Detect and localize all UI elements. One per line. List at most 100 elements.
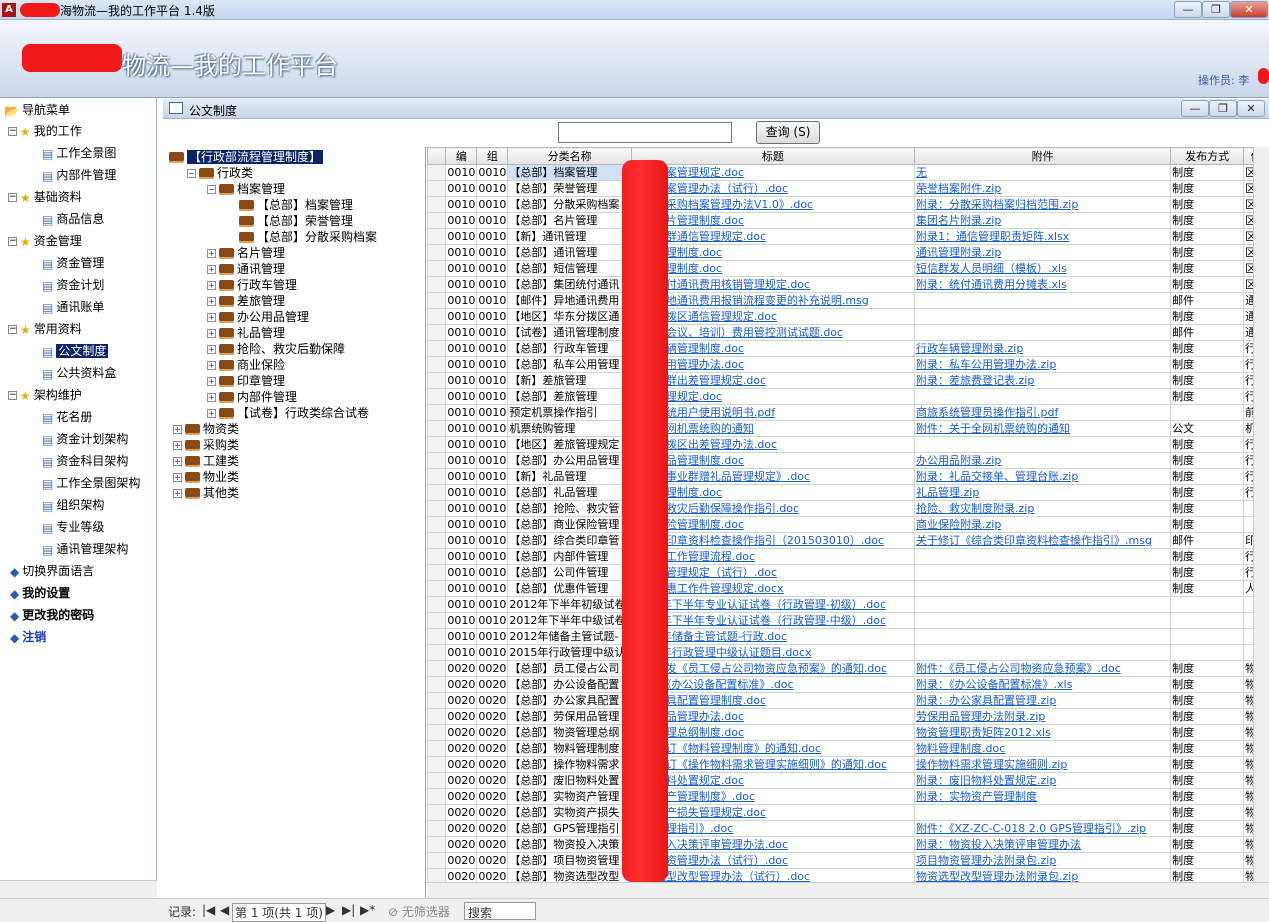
table-cell[interactable]: 荣誉档案附件.zip — [914, 180, 1172, 197]
new-record-button[interactable]: ▶* — [360, 903, 375, 917]
table-cell[interactable]: 附件：关于全网机票统购的通知 — [914, 420, 1172, 437]
row-selector[interactable] — [427, 356, 447, 373]
table-cell[interactable]: 附录：废旧物料处置规定.zip — [914, 772, 1172, 789]
table-cell[interactable] — [914, 548, 1172, 565]
tree-node-16[interactable]: + 【试卷】行政类综合试卷 — [207, 405, 369, 421]
table-cell[interactable]: 项目物资管理办法（试行）.doc — [630, 852, 916, 869]
table-row[interactable]: 0010 0010 【地区】华东分拨区通 华东分拨区通信管理规定.doc 制度通 — [427, 308, 1269, 325]
nav-item-17[interactable]: ▤ 组织架构 — [42, 497, 104, 515]
table-cell[interactable]: 内部件工作管理流程.doc — [630, 548, 916, 565]
tree-node-19[interactable]: + 工建类 — [173, 453, 239, 469]
next-record-button[interactable]: ▶ — [326, 903, 335, 917]
table-cell[interactable]: 新通讯群通信管理规定.doc — [630, 228, 916, 245]
table-row[interactable]: 0010 0010 【总部】商业保险管理 商业保险管理制度.doc 商业保险附录.zip… — [427, 516, 1269, 533]
table-cell[interactable]: 关于修订《操作物料需求管理实施细则》的通知.doc — [630, 756, 916, 773]
row-selector[interactable] — [427, 324, 447, 341]
table-cell[interactable] — [914, 612, 1172, 629]
record-position[interactable]: 第 1 项(共 1 项) — [232, 903, 326, 922]
column-header-3[interactable]: 分类名称 — [507, 147, 632, 165]
table-cell[interactable]: 差旅管理规定.doc — [630, 388, 916, 405]
row-selector[interactable] — [427, 340, 447, 357]
table-cell[interactable]: 物资投入决策评审管理办法.doc — [630, 836, 916, 853]
row-selector[interactable] — [427, 772, 447, 789]
table-cell[interactable] — [914, 596, 1172, 613]
nav-item-16[interactable]: ▤ 工作全景图架构 — [42, 475, 140, 493]
table-cell[interactable] — [914, 308, 1172, 325]
tree-node-18[interactable]: + 采购类 — [173, 437, 239, 453]
table-row[interactable]: 0010 0010 【总部】优惠件管理 内部优惠工作件管理规定.docx 制度人 — [427, 580, 1269, 597]
table-cell[interactable]: 物资选型改型管理办法（试行）.doc — [630, 868, 916, 882]
table-row[interactable]: 0020 0020 【总部】项目物资管理 项目物资管理办法（试行）.doc 项目物资管理… — [427, 852, 1269, 869]
row-selector[interactable] — [427, 868, 447, 882]
tree-node-6[interactable]: + 名片管理 — [207, 245, 285, 261]
form-maximize-button[interactable]: ❐ — [1209, 100, 1237, 117]
table-cell[interactable]: 通讯管理附录.zip — [914, 244, 1172, 261]
table-cell[interactable]: 关于全网机票统购的通知 — [630, 420, 916, 437]
table-row[interactable]: 0010 0010 【总部】荣誉管理 荣誉档案管理办法（试行）.doc 荣誉档案附件.z… — [427, 180, 1269, 197]
table-cell[interactable]: 操作物料需求管理实施细则.zip — [914, 756, 1172, 773]
table-cell[interactable]: 实物资产管理制度》.doc — [630, 788, 916, 805]
row-selector[interactable] — [427, 260, 447, 277]
nav-item-10[interactable]: ▤ 公文制度 — [42, 343, 109, 361]
table-row[interactable]: 0020 0020 【总部】办公家具配置 办公家具配置管理制度.doc 附录：办公家具配… — [427, 692, 1269, 709]
tree-node-20[interactable]: + 物业类 — [173, 469, 239, 485]
expand-icon[interactable]: + — [173, 425, 182, 434]
tree-node-4[interactable]: 【总部】荣誉管理 — [227, 213, 353, 229]
row-selector[interactable] — [427, 852, 447, 869]
grid-hscrollbar[interactable] — [427, 882, 1269, 898]
tree-node-15[interactable]: + 内部件管理 — [207, 389, 297, 405]
table-row[interactable]: 0010 0010 2012年下半年中级试卷 2012年下半年专业认证试卷（行政管理-… — [427, 612, 1269, 629]
access-app-icon[interactable]: A — [2, 3, 16, 17]
tree-node-7[interactable]: + 通讯管理 — [207, 261, 285, 277]
table-cell[interactable]: 关于修订《综合类印章资料检查操作指引》.msg — [914, 532, 1172, 549]
row-selector[interactable] — [427, 804, 447, 821]
table-cell[interactable]: 行政车辆管理制度.doc — [630, 340, 916, 357]
expand-icon[interactable]: + — [207, 393, 216, 402]
expand-icon[interactable]: + — [207, 265, 216, 274]
expand-icon[interactable]: + — [207, 297, 216, 306]
table-cell[interactable]: 办公用品管理制度.doc — [630, 452, 916, 469]
nav-item-18[interactable]: ▤ 专业等级 — [42, 519, 104, 537]
row-selector[interactable] — [427, 372, 447, 389]
form-close-button[interactable]: ✕ — [1237, 100, 1265, 117]
table-cell[interactable]: 项目物资管理办法附录包.zip — [914, 852, 1172, 869]
table-cell[interactable]: 华东分拨区通信管理规定.doc — [630, 308, 916, 325]
row-selector[interactable] — [427, 676, 447, 693]
first-record-button[interactable]: |◀ — [202, 903, 215, 917]
table-cell[interactable]: 短信群发人员明细（模板）.xls — [914, 260, 1172, 277]
table-row[interactable]: 0010 0010 【总部】礼品管理 礼品管理制度.doc 礼品管理.zip 制度行 — [427, 484, 1269, 501]
table-row[interactable]: 0010 0010 【总部】通讯管理 通讯管理制度.doc 通讯管理附录.zip 制度区 — [427, 244, 1269, 261]
table-cell[interactable]: 附件：《员工侵占公司物资应急预案》.doc — [914, 660, 1172, 677]
table-cell[interactable] — [914, 804, 1172, 821]
column-header-5[interactable]: 附件 — [914, 147, 1172, 165]
table-row[interactable]: 0010 0010 【总部】内部件管理 内部件工作管理流程.doc 制度行 — [427, 548, 1269, 565]
row-selector[interactable] — [427, 724, 447, 741]
nav-item-15[interactable]: ▤ 资金科目架构 — [42, 453, 128, 471]
table-row[interactable]: 0020 0020 【总部】操作物料需求 关于修订《操作物料需求管理实施细则》的通知.… — [427, 756, 1269, 773]
nav-item-8[interactable]: ▤ 通讯账单 — [42, 299, 104, 317]
nav-item-0[interactable]: − ★ 我的工作 — [8, 123, 82, 141]
table-row[interactable]: 0020 0020 【总部】员工侵占公司 关于印发《员工侵占公司物资应急预案》的通知.… — [427, 660, 1269, 677]
table-cell[interactable]: 附件：《办公设备配置标准》.doc — [630, 676, 916, 693]
table-row[interactable]: 0010 0010 【邮件】异地通讯费用 关于异地通讯费用报销流程变更的补充说明.ms… — [427, 292, 1269, 309]
row-selector[interactable] — [427, 660, 447, 677]
tree-node-8[interactable]: + 行政车管理 — [207, 277, 297, 293]
expand-icon[interactable]: + — [207, 377, 216, 386]
row-selector[interactable] — [427, 212, 447, 229]
tree-node-14[interactable]: + 印章管理 — [207, 373, 285, 389]
table-cell[interactable] — [914, 324, 1172, 341]
table-cell[interactable]: 新礼品事业群赠礼品管理规定》.doc — [630, 468, 916, 485]
table-cell[interactable]: 集团统付通讯费用核销管理规定.doc — [630, 276, 916, 293]
table-cell[interactable]: 短信管理制度.doc — [630, 260, 916, 277]
table-cell[interactable]: GPS管理指引》.doc — [630, 820, 916, 837]
query-button[interactable]: 查询 (S) — [756, 121, 820, 144]
nav-item-7[interactable]: ▤ 资金计划 — [42, 277, 104, 295]
table-cell[interactable]: 实物资产损失管理规定.doc — [630, 804, 916, 821]
table-cell[interactable]: 物资管理总纲制度.doc — [630, 724, 916, 741]
table-cell[interactable]: 商旅系统管理员操作指引.pdf — [914, 404, 1172, 421]
last-record-button[interactable]: ▶| — [342, 903, 355, 917]
tree-node-13[interactable]: + 商业保险 — [207, 357, 285, 373]
nav-hscrollbar[interactable] — [0, 880, 157, 898]
record-search-box[interactable]: 搜索 — [464, 902, 536, 920]
row-selector[interactable] — [427, 836, 447, 853]
